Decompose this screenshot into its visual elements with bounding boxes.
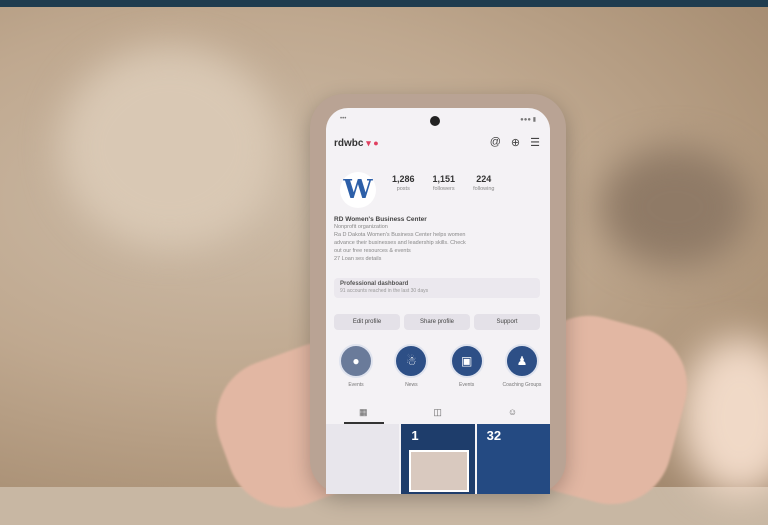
person-icon: ☃ — [394, 344, 429, 378]
highlight-label: Events — [348, 382, 364, 388]
edit-profile-button[interactable]: Edit profile — [334, 314, 400, 330]
post-overlay-text: 1 — [411, 428, 419, 443]
background-blur — [600, 147, 750, 267]
add-icon[interactable]: ⊕ — [511, 136, 520, 149]
highlight-item[interactable]: ☃ News — [391, 344, 431, 388]
tagged-icon[interactable]: ☺ — [508, 407, 517, 417]
profile-handle[interactable]: rdwbc ▾ ● — [334, 138, 379, 149]
top-bar — [0, 0, 768, 7]
bio-line: advance their businesses and leadership … — [334, 240, 466, 246]
grid-icon[interactable]: ▦ — [359, 407, 368, 418]
post-grid: 1 32 — [326, 424, 550, 494]
phone-screen: ••• ●●● ▮ rdwbc ▾ ● @ ⊕ ☰ W 1,286 posts … — [326, 108, 550, 494]
profile-name: RD Women's Business Center — [334, 216, 427, 223]
people-icon: ♟ — [504, 344, 539, 378]
profile-tabs: ▦ ◫ ☺ — [326, 402, 550, 422]
professional-dashboard[interactable]: Professional dashboard 91 accounts reach… — [334, 278, 540, 298]
profile-buttons: Edit profile Share profile Support — [334, 314, 540, 330]
top-icons: @ ⊕ ☰ — [490, 136, 540, 149]
profile-stats: 1,286 posts 1,151 followers 224 followin… — [392, 174, 494, 192]
notification-dot: ▾ ● — [366, 138, 379, 148]
circle-icon: ● — [339, 344, 373, 378]
menu-icon[interactable]: ☰ — [530, 136, 540, 149]
post-thumbnail[interactable]: 32 — [476, 424, 550, 494]
profile-bio: RD Women's Business Center Nonprofit org… — [334, 216, 540, 263]
profile-category: Nonprofit organization — [334, 224, 388, 230]
post-thumbnail[interactable] — [326, 424, 400, 494]
bio-line: Ra D Dakota Women's Business Center help… — [334, 232, 466, 238]
stat-value: 1,151 — [432, 174, 456, 184]
highlight-item[interactable]: ▣ Events — [447, 344, 487, 388]
calendar-icon: ▣ — [449, 344, 484, 378]
highlight-item[interactable]: ♟ Coaching Groups — [502, 344, 542, 388]
stat-value: 1,286 — [392, 174, 415, 184]
background-blur — [680, 337, 768, 497]
status-time: ••• — [340, 116, 347, 122]
story-highlights: ● Events ☃ News ▣ Events ♟ Coaching Grou… — [336, 344, 542, 388]
stat-following[interactable]: 224 following — [473, 174, 494, 192]
phone: ••• ●●● ▮ rdwbc ▾ ● @ ⊕ ☰ W 1,286 posts … — [310, 94, 566, 494]
stat-label: followers — [432, 186, 455, 192]
stat-label: following — [473, 186, 495, 192]
status-icons: ●●● ▮ — [520, 117, 536, 123]
highlight-label: Coaching Groups — [502, 382, 542, 388]
stat-posts[interactable]: 1,286 posts — [392, 174, 415, 192]
post-overlay-text: 32 — [486, 428, 502, 443]
bio-line: out our free resources & events — [334, 248, 411, 254]
handle-text: rdwbc — [334, 138, 364, 149]
threads-icon[interactable]: @ — [490, 136, 501, 149]
dashboard-title: Professional dashboard — [340, 281, 409, 287]
stat-label: posts — [396, 186, 410, 192]
background-blur — [60, 47, 280, 247]
camera-hole — [430, 116, 440, 126]
dashboard-subtitle: 91 accounts reached in the last 30 days — [340, 288, 429, 294]
support-button[interactable]: Support — [474, 314, 540, 330]
bio-line: 27 Loan ses details — [334, 256, 382, 262]
highlight-item[interactable]: ● Events — [336, 344, 376, 388]
stat-followers[interactable]: 1,151 followers — [433, 174, 456, 192]
share-profile-button[interactable]: Share profile — [404, 314, 470, 330]
post-thumbnail[interactable]: 1 — [401, 424, 475, 494]
reels-icon[interactable]: ◫ — [433, 407, 442, 418]
profile-avatar[interactable]: W — [340, 172, 376, 208]
post-photo — [409, 450, 470, 492]
stat-value: 224 — [476, 174, 492, 184]
highlight-label: News — [405, 382, 418, 388]
highlight-label: Events — [459, 382, 475, 388]
